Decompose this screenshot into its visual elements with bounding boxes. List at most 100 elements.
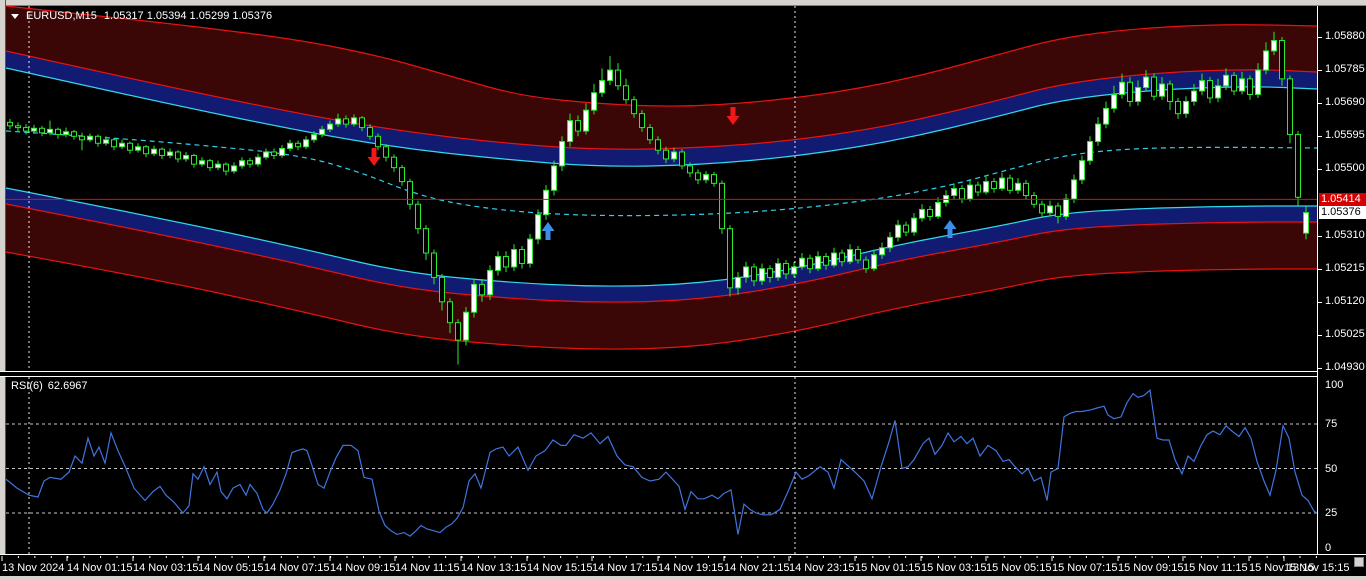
candle xyxy=(928,206,933,221)
price-axis[interactable]: 1.05414 1.05376 1.05880 1.05785 1.05690 1.0… xyxy=(1317,6,1366,554)
candle xyxy=(376,134,381,151)
candle xyxy=(728,225,733,296)
candle xyxy=(968,180,973,202)
price-axis-tick xyxy=(1318,335,1322,336)
candle xyxy=(1248,75,1253,99)
candle xyxy=(1280,37,1285,86)
time-axis-label: 14 Nov 03:15 xyxy=(133,562,198,574)
candle xyxy=(8,119,13,129)
candle xyxy=(720,181,725,234)
candle xyxy=(128,142,133,154)
candle xyxy=(1288,75,1293,143)
candle xyxy=(296,140,301,150)
price-axis-label: 1.05785 xyxy=(1325,63,1365,76)
candle xyxy=(496,251,501,275)
candle xyxy=(600,68,605,97)
candle xyxy=(56,128,61,139)
candle xyxy=(528,234,533,268)
time-axis-label: 14 Nov 21:15 xyxy=(724,562,789,574)
candle xyxy=(40,126,45,136)
rsi-axis-label: 75 xyxy=(1325,418,1337,431)
time-axis-label: 14 Nov 23:15 xyxy=(789,562,854,574)
candle xyxy=(304,136,309,149)
candle xyxy=(1064,194,1069,220)
rsi-axis-label: 50 xyxy=(1325,463,1337,476)
candle xyxy=(288,140,293,151)
candle xyxy=(136,143,141,152)
candle xyxy=(248,158,253,168)
candle xyxy=(64,128,69,138)
candle xyxy=(176,150,181,162)
candle xyxy=(240,157,245,168)
price-axis-label: 1.04930 xyxy=(1325,361,1365,374)
candle xyxy=(152,146,157,156)
time-axis-label: 14 Nov 01:15 xyxy=(67,562,132,574)
price-chart-canvas[interactable] xyxy=(6,6,1317,371)
candle xyxy=(408,179,413,210)
time-axis[interactable]: 13 Nov 202414 Nov 01:1514 Nov 03:1514 No… xyxy=(0,554,1366,576)
candle xyxy=(536,209,541,244)
bid-price-badge: 1.05376 xyxy=(1319,206,1366,219)
candle xyxy=(472,279,477,317)
candle xyxy=(512,244,517,271)
candle xyxy=(960,185,965,203)
rsi-indicator-label: RSI(6) 62.6967 xyxy=(11,380,88,392)
price-axis-label: 1.05880 xyxy=(1325,30,1365,43)
candle xyxy=(952,183,957,199)
scroll-corner[interactable] xyxy=(1354,557,1364,567)
candle xyxy=(624,79,629,104)
candle xyxy=(912,213,917,236)
rsi-name: RSI(6) xyxy=(11,380,43,392)
chart-symbol-label: EURUSD,M15 xyxy=(26,10,97,22)
price-axis-tick xyxy=(1318,103,1322,104)
candle xyxy=(1024,180,1029,199)
candle xyxy=(192,154,197,168)
candle xyxy=(272,148,277,158)
candle xyxy=(264,148,269,159)
time-axis-label: 14 Nov 13:15 xyxy=(461,562,526,574)
candle xyxy=(936,197,941,219)
time-axis-label: 15 Nov 03:15 xyxy=(921,562,986,574)
candle xyxy=(800,253,805,270)
candle xyxy=(1048,201,1053,217)
time-axis-label: 14 Nov 05:15 xyxy=(198,562,263,574)
candle xyxy=(696,169,701,184)
candle xyxy=(1032,192,1037,208)
ask-price-badge: 1.05414 xyxy=(1319,193,1366,206)
price-axis-label: 1.05595 xyxy=(1325,129,1365,142)
candle xyxy=(976,182,981,197)
time-axis-label: 15 Nov 05:15 xyxy=(986,562,1051,574)
price-axis-label: 1.05310 xyxy=(1325,229,1365,242)
candle xyxy=(1080,155,1085,184)
price-axis-tick xyxy=(1318,236,1322,237)
rsi-axis-label: 25 xyxy=(1325,507,1337,520)
candle xyxy=(1168,81,1173,111)
candle xyxy=(1088,136,1093,165)
price-axis-label: 1.05690 xyxy=(1325,96,1365,109)
candle xyxy=(704,171,709,183)
rsi-axis-label: 100 xyxy=(1325,379,1343,392)
time-axis-label: 15 Nov 15:15 xyxy=(1284,562,1349,574)
candle xyxy=(384,144,389,161)
signal-arrow-down[interactable] xyxy=(368,148,381,166)
time-axis-label: 14 Nov 19:15 xyxy=(658,562,723,574)
time-axis-label: 14 Nov 11:15 xyxy=(395,562,460,574)
time-axis-label: 14 Nov 09:15 xyxy=(330,562,395,574)
candle xyxy=(16,122,21,131)
time-axis-label: 14 Nov 07:15 xyxy=(264,562,329,574)
time-axis-label: 13 Nov 2024 xyxy=(2,562,64,574)
candle xyxy=(560,136,565,171)
candle xyxy=(712,172,717,187)
candle xyxy=(544,185,549,220)
signal-arrow-up[interactable] xyxy=(542,222,555,240)
candle xyxy=(88,134,93,143)
time-axis-label: 15 Nov 01:15 xyxy=(855,562,920,574)
price-axis-tick xyxy=(1318,368,1322,369)
candle xyxy=(400,165,405,186)
rsi-canvas[interactable] xyxy=(6,377,1317,554)
rsi-indicator-pane[interactable]: RSI(6) 62.6967 xyxy=(6,377,1317,554)
candle xyxy=(776,258,781,281)
price-chart-pane[interactable]: EURUSD,M15 1.05317 1.05394 1.05299 1.053… xyxy=(6,6,1317,371)
candle xyxy=(456,319,461,364)
chart-dropdown-icon[interactable] xyxy=(11,14,19,19)
